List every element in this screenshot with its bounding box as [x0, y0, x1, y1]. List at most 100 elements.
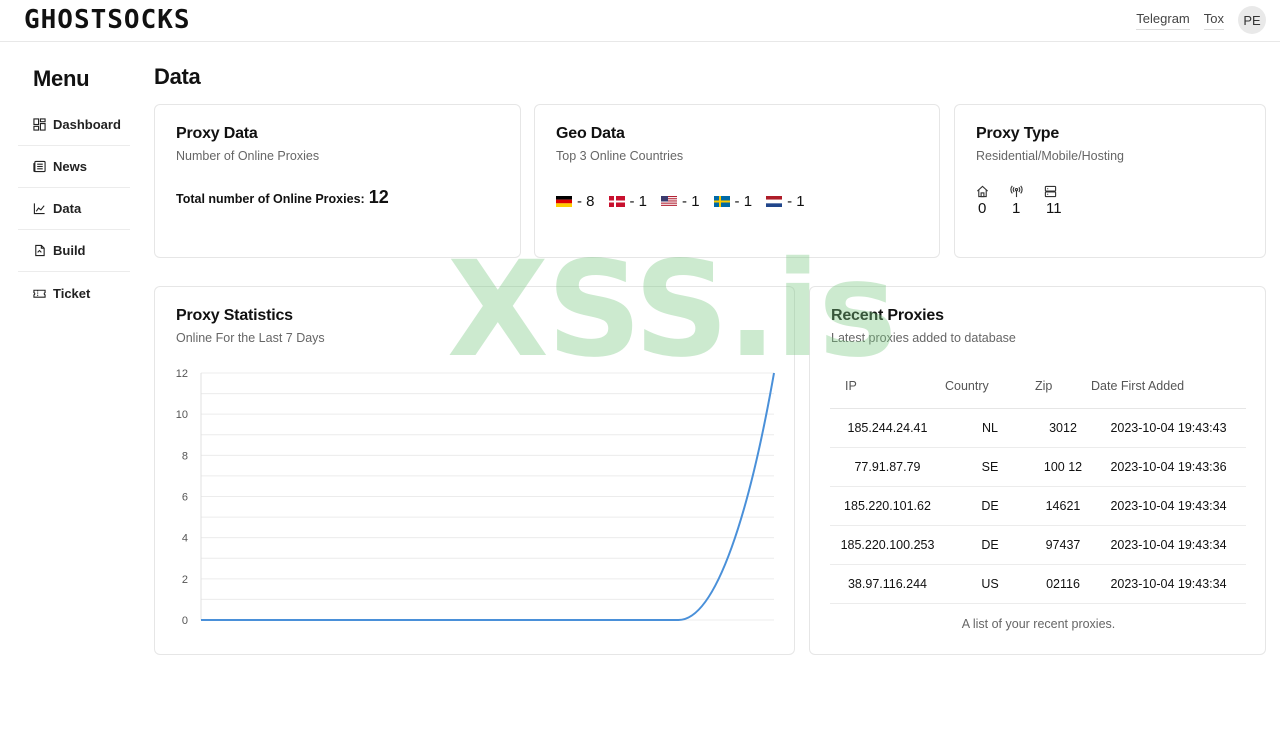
- recent-proxies-card: Recent Proxies Latest proxies added to d…: [809, 286, 1266, 655]
- telegram-link[interactable]: Telegram: [1136, 11, 1190, 30]
- geo-country-nl: - 1: [766, 193, 805, 210]
- recent-proxies-subtitle: Latest proxies added to database: [831, 331, 1016, 345]
- sidebar-item-label: Ticket: [53, 285, 91, 301]
- chart-y-tick-label: 12: [176, 368, 188, 380]
- geo-data-card: Geo Data Top 3 Online Countries - 8 - 1 …: [534, 104, 940, 258]
- cell-zip: 97437: [1035, 525, 1091, 565]
- cell-date: 2023-10-04 19:43:43: [1091, 408, 1246, 448]
- recent-proxies-title: Recent Proxies: [831, 307, 944, 324]
- netherlands-flag-icon: [766, 196, 783, 207]
- avatar[interactable]: PE: [1238, 6, 1266, 34]
- header-nav: Telegram Tox PE: [1136, 6, 1266, 34]
- sidebar-item-ticket[interactable]: Ticket: [18, 272, 130, 314]
- column-header-date: Date First Added: [1091, 365, 1246, 409]
- logo[interactable]: GHOSTSOCKS: [24, 4, 191, 36]
- cell-ip: 185.220.101.62: [830, 486, 945, 526]
- proxy-type-value: 11: [1046, 200, 1062, 217]
- geo-country-list: - 8 - 1 - 1 - 1 - 1: [556, 193, 918, 210]
- proxy-type-title: Proxy Type: [976, 125, 1060, 142]
- cell-ip: 185.244.24.41: [830, 408, 945, 448]
- cell-country: SE: [945, 447, 1035, 487]
- table-row: 185.244.24.41 NL 3012 2023-10-04 19:43:4…: [830, 408, 1246, 448]
- chart-y-ticks: 0 2 4 6 8 10 12: [176, 368, 188, 627]
- usa-flag-icon: [661, 196, 678, 207]
- geo-data-subtitle: Top 3 Online Countries: [556, 149, 684, 163]
- column-header-ip: IP: [830, 365, 945, 409]
- chart-grid: [200, 372, 774, 621]
- sidebar: Menu Dashboard News Data Build Ticket: [18, 66, 130, 314]
- chart-y-tick-label: 10: [176, 409, 188, 421]
- top-header: GHOSTSOCKS Telegram Tox PE: [0, 0, 1280, 42]
- sidebar-item-label: Dashboard: [53, 117, 121, 132]
- cell-country: US: [945, 564, 1035, 604]
- cell-date: 2023-10-04 19:43:34: [1091, 525, 1246, 565]
- chart-y-tick-label: 8: [182, 450, 188, 462]
- geo-country-se: - 1: [713, 193, 753, 210]
- proxy-data-card: Proxy Data Number of Online Proxies Tota…: [154, 104, 521, 258]
- geo-country-count: - 8: [577, 193, 595, 210]
- server-icon: [1044, 185, 1057, 198]
- recent-proxies-table: IP Country Zip Date First Added 185.244.…: [830, 365, 1246, 604]
- total-proxies-line: Total number of Online Proxies: 12: [176, 187, 499, 208]
- proxy-type-value: 0: [978, 200, 987, 217]
- geo-country-dk: - 1: [608, 193, 648, 210]
- table-header-row: IP Country Zip Date First Added: [830, 365, 1246, 409]
- geo-data-title: Geo Data: [556, 125, 625, 142]
- proxy-type-hosting: 11: [1044, 185, 1078, 217]
- proxy-type-residential: 0: [976, 185, 1010, 217]
- antenna-icon: [1010, 185, 1023, 198]
- chart-y-tick-label: 2: [182, 574, 188, 586]
- denmark-flag-icon: [608, 196, 625, 207]
- cell-zip: 02116: [1035, 564, 1091, 604]
- newspaper-icon: [33, 160, 46, 173]
- table-row: 185.220.101.62 DE 14621 2023-10-04 19:43…: [830, 486, 1246, 526]
- cell-country: NL: [945, 408, 1035, 448]
- cell-ip: 185.220.100.253: [830, 525, 945, 565]
- recent-proxies-caption: A list of your recent proxies.: [961, 617, 1116, 631]
- geo-country-count: - 1: [629, 193, 648, 210]
- cell-zip: 14621: [1035, 486, 1091, 526]
- proxy-type-subtitle: Residential/Mobile/Hosting: [976, 149, 1124, 163]
- tox-link[interactable]: Tox: [1203, 11, 1224, 30]
- cell-zip: 100 12: [1035, 447, 1091, 487]
- column-header-zip: Zip: [1035, 365, 1091, 409]
- germany-flag-icon: [556, 196, 572, 207]
- sidebar-item-label: Build: [53, 243, 86, 258]
- table-row: 77.91.87.79 SE 100 12 2023-10-04 19:43:3…: [830, 447, 1246, 487]
- proxy-type-values: 0 1 11: [976, 185, 1244, 217]
- sidebar-item-news[interactable]: News: [18, 146, 130, 188]
- table-row: 38.97.116.244 US 02116 2023-10-04 19:43:…: [830, 564, 1246, 604]
- file-build-icon: [35, 244, 45, 257]
- chart-y-tick-label: 4: [182, 533, 188, 545]
- cell-zip: 3012: [1035, 408, 1091, 448]
- cell-country: DE: [945, 525, 1035, 565]
- geo-country-count: - 1: [734, 193, 753, 210]
- sidebar-item-dashboard[interactable]: Dashboard: [18, 104, 130, 146]
- logo-text: GHOSTSOCKS: [24, 5, 191, 35]
- geo-country-us: - 1: [661, 193, 700, 210]
- geo-country-count: - 1: [787, 193, 805, 210]
- sweden-flag-icon: [713, 196, 730, 207]
- sidebar-item-label: Data: [53, 201, 82, 216]
- proxy-data-subtitle: Number of Online Proxies: [176, 149, 320, 163]
- proxy-data-title: Proxy Data: [176, 125, 258, 142]
- proxy-type-value: 1: [1012, 200, 1021, 217]
- proxy-statistics-subtitle: Online For the Last 7 Days: [176, 331, 325, 345]
- ticket-icon: [33, 289, 46, 298]
- sidebar-item-data[interactable]: Data: [18, 188, 130, 230]
- page-title: Data: [154, 64, 201, 89]
- sidebar-item-label: News: [53, 159, 87, 174]
- chart-y-tick-label: 6: [182, 492, 188, 504]
- cell-date: 2023-10-04 19:43:34: [1091, 486, 1246, 526]
- chart-y-tick-label: 0: [182, 615, 188, 627]
- cell-date: 2023-10-04 19:43:36: [1091, 447, 1246, 487]
- home-icon: [977, 185, 988, 198]
- chart-icon: [33, 203, 45, 215]
- geo-country-count: - 1: [682, 193, 700, 210]
- total-proxies-label: Total number of Online Proxies:: [176, 192, 365, 206]
- proxy-statistics-card: 0 2 4 6 8 10 12 Proxy Statistics Online For th…: [154, 286, 795, 655]
- total-proxies-value: 12: [368, 187, 389, 207]
- menu-title: Menu: [33, 66, 90, 91]
- sidebar-item-build[interactable]: Build: [18, 230, 130, 272]
- column-header-country: Country: [945, 365, 1035, 409]
